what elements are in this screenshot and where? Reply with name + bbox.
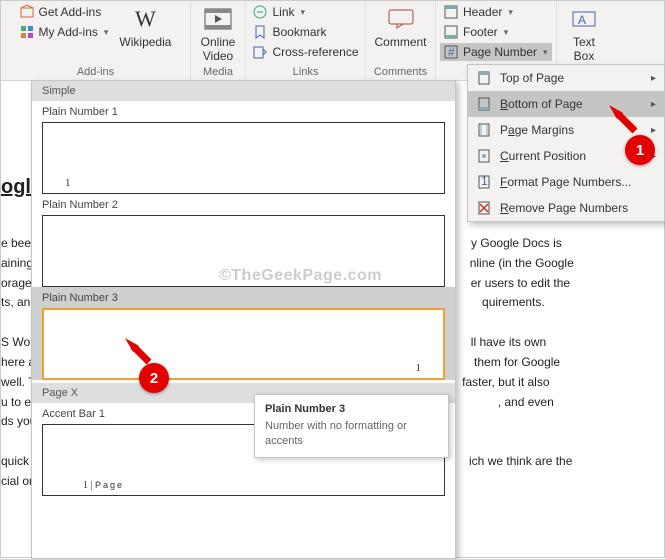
- gallery-section-simple: Simple: [32, 81, 455, 101]
- header-label: Header: [463, 5, 502, 19]
- header-icon: [443, 4, 459, 20]
- gallery-item-plain-1[interactable]: Plain Number 1 1: [32, 101, 455, 194]
- page-number-icon: #: [443, 44, 459, 60]
- position-icon: [476, 148, 492, 164]
- gallery-item-label: Plain Number 1: [42, 104, 445, 122]
- svg-text:#: #: [448, 45, 455, 59]
- wikipedia-button[interactable]: W Wikipedia: [115, 3, 175, 51]
- group-links: Link ▾ Bookmark Cross-reference Links: [246, 1, 366, 80]
- gallery-preview: 1: [42, 122, 445, 194]
- dd-bottom-label: BBottom of Pageottom of Page: [500, 97, 583, 111]
- link-button[interactable]: Link ▾: [249, 3, 361, 21]
- dd-format-page-numbers[interactable]: 1. Format Page Numbers...Format Page Num…: [468, 169, 664, 195]
- page-number-button[interactable]: # Page Number ▾: [440, 43, 552, 61]
- text-box-label: Text Box: [573, 35, 595, 64]
- gallery-item-plain-3[interactable]: Plain Number 3 1: [32, 287, 455, 380]
- store-icon: [19, 4, 35, 20]
- marker-arrow-1: [607, 103, 641, 137]
- video-label: Online Video: [201, 35, 236, 64]
- page-number-label: Page Number: [463, 45, 537, 59]
- dd-remove-label: Remove Page NumbersRemove Page Numbers: [500, 201, 628, 215]
- chevron-down-icon: ▾: [104, 27, 109, 38]
- comment-label: Comment: [375, 35, 427, 49]
- remove-icon: [476, 200, 492, 216]
- dd-top-of-page[interactable]: Top of Page ▸: [468, 65, 664, 91]
- svg-text:1.: 1.: [481, 174, 491, 188]
- dd-remove-page-numbers[interactable]: Remove Page NumbersRemove Page Numbers: [468, 195, 664, 221]
- tooltip-title: Plain Number 3: [265, 403, 438, 415]
- xref-icon: [252, 44, 268, 60]
- group-label-comments: Comments: [374, 66, 427, 80]
- gallery-item-label: Plain Number 3: [42, 290, 445, 308]
- footer-icon: [443, 24, 459, 40]
- bookmark-label: Bookmark: [272, 25, 326, 39]
- header-button[interactable]: Header ▾: [440, 3, 552, 21]
- page-number-gallery: Simple Plain Number 1 1 Plain Number 2 1…: [31, 80, 456, 559]
- wikipedia-icon: W: [131, 5, 159, 33]
- dd-current-label: Current PositionCurrent Position: [500, 149, 586, 163]
- my-addins-label: My Add-ins: [39, 25, 98, 39]
- submenu-arrow-icon: ▸: [651, 73, 656, 84]
- group-addins: Get Add-ins My Add-ins ▾ W Wikipedia Add…: [1, 1, 191, 80]
- footer-button[interactable]: Footer ▾: [440, 23, 552, 41]
- text-box-button[interactable]: A Text Box: [566, 3, 602, 66]
- text-box-icon: A: [570, 5, 598, 33]
- marker-1: 1: [625, 135, 655, 165]
- gallery-preview: 1: [42, 308, 445, 380]
- get-addins-label: Get Add-ins: [39, 5, 102, 19]
- video-icon: [204, 5, 232, 33]
- online-video-button[interactable]: Online Video: [197, 3, 240, 66]
- format-icon: 1.: [476, 174, 492, 190]
- bookmark-button[interactable]: Bookmark: [249, 23, 361, 41]
- top-page-icon: [476, 70, 492, 86]
- chevron-down-icon: ▾: [301, 7, 306, 18]
- svg-text:A: A: [578, 13, 586, 27]
- dd-format-label: Format Page Numbers...Format Page Number…: [500, 175, 631, 189]
- group-label-addins: Add-ins: [77, 66, 114, 80]
- dd-margins-label: Page MarginsPage Margins: [500, 123, 574, 137]
- group-label-media: Media: [203, 66, 233, 80]
- marker-2: 2: [139, 363, 169, 393]
- xref-label: Cross-reference: [272, 45, 358, 59]
- addins-icon: [19, 24, 35, 40]
- watermark: ©TheGeekPage.com: [219, 267, 382, 285]
- group-media: Online Video Media: [191, 1, 246, 80]
- chevron-down-icon: ▾: [504, 27, 509, 38]
- gallery-item-label: Plain Number 2: [42, 197, 445, 215]
- margins-icon: [476, 122, 492, 138]
- get-addins-button[interactable]: Get Add-ins: [16, 3, 112, 21]
- bookmark-icon: [252, 24, 268, 40]
- bottom-page-icon: [476, 96, 492, 112]
- submenu-arrow-icon: ▸: [651, 125, 656, 136]
- tooltip-body: Number with no formatting or accents: [265, 419, 438, 449]
- wikipedia-label: Wikipedia: [119, 35, 171, 49]
- group-comments: Comment Comments: [366, 1, 436, 80]
- chevron-down-icon: ▾: [508, 7, 513, 18]
- tooltip: Plain Number 3 Number with no formatting…: [254, 394, 449, 458]
- comment-button[interactable]: Comment: [371, 3, 431, 51]
- link-icon: [252, 4, 268, 20]
- comment-icon: [387, 5, 415, 33]
- my-addins-button[interactable]: My Add-ins ▾: [16, 23, 112, 41]
- dd-top-label: Top of Page: [500, 71, 564, 85]
- footer-label: Footer: [463, 25, 498, 39]
- chevron-down-icon: ▾: [543, 47, 548, 58]
- group-label-links: Links: [293, 66, 319, 80]
- submenu-arrow-icon: ▸: [651, 99, 656, 110]
- link-label: Link: [272, 5, 294, 19]
- cross-reference-button[interactable]: Cross-reference: [249, 43, 361, 61]
